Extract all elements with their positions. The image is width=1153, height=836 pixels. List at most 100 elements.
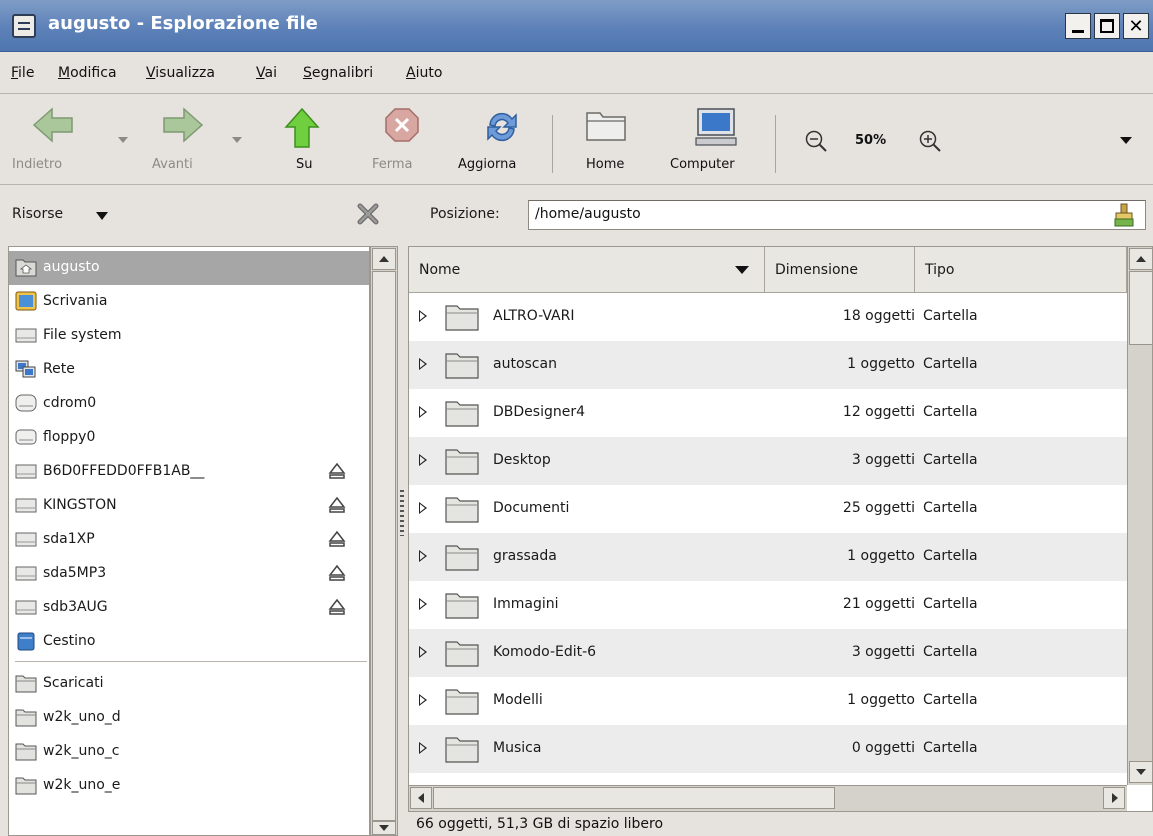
scroll-thumb[interactable] [433,787,835,809]
close-side-pane-icon[interactable] [356,202,380,226]
table-row[interactable]: Komodo-Edit-6 3 oggetti Cartella [409,629,1127,677]
table-row[interactable]: DBDesigner4 12 oggetti Cartella [409,389,1127,437]
file-size: 18 oggetti [842,308,915,324]
chevron-down-icon[interactable] [96,212,108,220]
sidebar-item-rete[interactable]: Rete [9,353,369,387]
expand-triangle-icon[interactable] [419,454,427,466]
table-row[interactable]: Musica 0 oggetti Cartella [409,725,1127,773]
eject-icon[interactable] [327,563,347,583]
expand-triangle-icon[interactable] [419,550,427,562]
sidebar-item-cdrom0[interactable]: cdrom0 [9,387,369,421]
sidebar-item-floppy0[interactable]: floppy0 [9,421,369,455]
back-button[interactable]: Indietro [12,95,112,185]
clear-location-icon[interactable] [1112,202,1136,228]
window-menu-icon[interactable] [12,14,36,38]
eject-icon[interactable] [327,461,347,481]
toolbar-overflow-icon[interactable] [1120,137,1132,144]
sidebar-item-sda5mp3[interactable]: sda5MP3 [9,557,369,591]
column-header-type[interactable]: Tipo [915,247,1127,293]
sidebar-item-label: KINGSTON [43,497,117,513]
table-row[interactable]: Immagini 21 oggetti Cartella [409,581,1127,629]
expand-triangle-icon[interactable] [419,310,427,322]
sidebar-item-scaricati[interactable]: Scaricati [9,667,369,701]
drive-icon [15,498,37,513]
expand-triangle-icon[interactable] [419,694,427,706]
expand-triangle-icon[interactable] [419,502,427,514]
file-type: Cartella [923,596,978,612]
table-row[interactable]: grassada 1 oggetto Cartella [409,533,1127,581]
minimize-button[interactable] [1065,13,1091,39]
sidebar-item-w2k-uno-e[interactable]: w2k_uno_e [9,769,369,803]
scroll-down-button[interactable] [1129,761,1152,783]
sidebar-item-b6d0ffedd0ffb1ab[interactable]: B6D0FFEDD0FFB1AB__ [9,455,369,489]
forward-history-dropdown-icon[interactable] [232,137,242,143]
file-type: Cartella [923,308,978,324]
maximize-button[interactable] [1094,13,1120,39]
maximize-icon [1100,19,1114,33]
eject-icon[interactable] [327,495,347,515]
sidebar-item-cestino[interactable]: Cestino [9,625,369,659]
reload-icon [487,112,517,142]
up-button[interactable]: Su [280,95,330,185]
zoom-in-icon[interactable] [918,129,942,153]
sidebar-item-file-system[interactable]: File system [9,319,369,353]
reload-button[interactable]: Aggiorna [458,95,538,185]
menu-segnalibri[interactable]: Segnalibri [303,65,373,81]
table-row[interactable]: autoscan 1 oggetto Cartella [409,341,1127,389]
menu-modifica[interactable]: Modifica [58,65,117,81]
expand-triangle-icon[interactable] [419,598,427,610]
scroll-up-button[interactable] [1129,248,1152,270]
file-list-horizontal-scrollbar[interactable] [409,785,1127,811]
sidebar-item-kingston[interactable]: KINGSTON [9,489,369,523]
expand-triangle-icon[interactable] [419,406,427,418]
side-pane-selector[interactable]: Risorse [12,206,63,222]
eject-icon[interactable] [327,597,347,617]
table-row[interactable]: Modelli 1 oggetto Cartella [409,677,1127,725]
table-row[interactable]: Documenti 25 oggetti Cartella [409,485,1127,533]
computer-button[interactable]: Computer [668,95,762,185]
menu-file[interactable]: File [11,65,34,81]
close-button[interactable]: ✕ [1123,13,1149,39]
menu-vai[interactable]: Vai [256,65,277,81]
sidebar-item-sda1xp[interactable]: sda1XP [9,523,369,557]
sidebar-item-w2k-uno-d[interactable]: w2k_uno_d [9,701,369,735]
menu-aiuto[interactable]: Aiuto [406,65,442,81]
sidebar-item-label: B6D0FFEDD0FFB1AB__ [43,463,205,479]
home-button[interactable]: Home [578,95,638,185]
column-header-name[interactable]: Nome [409,247,765,293]
menu-visualizza[interactable]: Visualizza [146,65,215,81]
sidebar-item-label: Scrivania [43,293,108,309]
sidebar-item-sdb3aug[interactable]: sdb3AUG [9,591,369,625]
zoom-out-icon[interactable] [804,129,828,153]
file-list-vertical-scrollbar[interactable] [1127,247,1152,785]
eject-icon[interactable] [327,529,347,549]
scroll-right-button[interactable] [1103,787,1125,809]
forward-button[interactable]: Avanti [150,95,230,185]
reload-label: Aggiorna [458,157,517,172]
sidebar-item-label: w2k_uno_e [43,777,121,793]
pane-resize-handle[interactable] [400,490,404,536]
table-row[interactable]: Desktop 3 oggetti Cartella [409,437,1127,485]
scroll-thumb[interactable] [1129,271,1152,345]
stop-button[interactable]: Ferma [372,95,432,185]
scroll-down-button[interactable] [372,821,396,835]
location-row: Risorse Posizione: /home/augusto [0,186,1153,244]
minimize-icon [1072,29,1084,33]
expand-triangle-icon[interactable] [419,742,427,754]
scroll-left-button[interactable] [410,787,432,809]
column-header-size[interactable]: Dimensione [765,247,915,293]
sidebar-item-w2k-uno-c[interactable]: w2k_uno_c [9,735,369,769]
sidebar-scrollbar[interactable] [370,246,398,836]
sidebar-item-scrivania[interactable]: Scrivania [9,285,369,319]
table-row[interactable]: ALTRO-VARI 18 oggetti Cartella [409,293,1127,341]
expand-triangle-icon[interactable] [419,358,427,370]
location-input[interactable]: /home/augusto [528,200,1146,230]
expand-triangle-icon[interactable] [419,646,427,658]
sidebar-item-augusto[interactable]: augusto [9,251,369,285]
scroll-thumb[interactable] [372,271,396,821]
scroll-up-button[interactable] [372,248,396,270]
zoom-level[interactable]: 50% [855,133,886,148]
back-history-dropdown-icon[interactable] [118,137,128,143]
title-bar[interactable]: augusto - Esplorazione file ✕ [0,0,1153,52]
up-arrow-icon [284,107,320,148]
